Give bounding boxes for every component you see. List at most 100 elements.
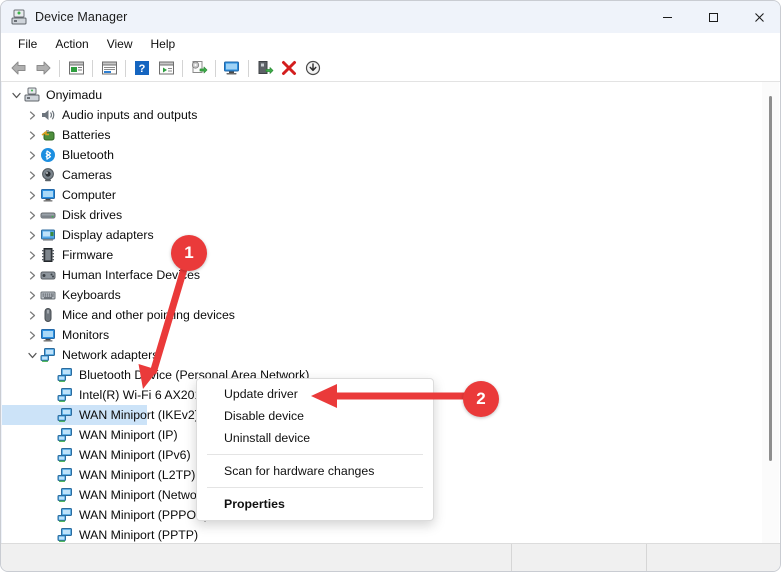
scan-hardware-changes-icon[interactable]	[220, 57, 244, 80]
network-adapter-icon	[57, 447, 74, 463]
context-menu-separator	[207, 454, 423, 455]
annotation-badge-1: 1	[171, 235, 207, 271]
properties-window-icon[interactable]	[64, 57, 88, 80]
maximize-button[interactable]	[690, 1, 736, 33]
tree-item-label: Disk drives	[62, 207, 122, 223]
battery-icon	[40, 127, 57, 143]
disable-device-icon[interactable]	[301, 57, 325, 80]
mouse-icon	[40, 307, 57, 323]
update-driver-window-icon[interactable]	[154, 57, 178, 80]
help-icon[interactable]: ?	[130, 57, 154, 80]
status-pane-2	[512, 544, 647, 571]
network-adapter-icon	[57, 387, 74, 403]
tree-item-label: Display adapters	[62, 227, 154, 243]
chevron-down-icon[interactable]	[8, 87, 24, 103]
toolbar-separator	[59, 60, 60, 77]
tree-item-bluetooth[interactable]: Bluetooth	[2, 145, 762, 165]
tree-item-wan-miniport-ikev2[interactable]: WAN Miniport (IKEv2)	[2, 405, 147, 425]
back-icon[interactable]	[7, 57, 31, 80]
display-adapter-icon	[40, 227, 57, 243]
update-driver-icon[interactable]	[187, 57, 211, 80]
context-menu-item-update-driver[interactable]: Update driver	[197, 383, 433, 405]
network-adapter-icon	[57, 407, 74, 423]
chevron-right-icon[interactable]	[24, 167, 40, 183]
tree-item-label: WAN Miniport (IKEv2)	[79, 407, 199, 423]
chevron-right-icon[interactable]	[24, 307, 40, 323]
menu-help[interactable]: Help	[142, 34, 185, 54]
context-menu-item-uninstall-device[interactable]: Uninstall device	[197, 427, 433, 449]
tree-item-label: WAN Miniport (IP)	[79, 427, 178, 443]
tree-item-disk-drives[interactable]: Disk drives	[2, 205, 762, 225]
tree-item-keyboards[interactable]: Keyboards	[2, 285, 762, 305]
network-adapter-icon	[57, 487, 74, 503]
chevron-right-icon[interactable]	[24, 227, 40, 243]
tree-item-mice-and-other-pointing-devices[interactable]: Mice and other pointing devices	[2, 305, 762, 325]
chevron-right-icon[interactable]	[24, 127, 40, 143]
status-pane-3	[647, 544, 781, 571]
tree-item-label: Cameras	[62, 167, 112, 183]
tree-item-monitors[interactable]: Monitors	[2, 325, 762, 345]
context-menu-item-disable-device[interactable]: Disable device	[197, 405, 433, 427]
context-menu-item-properties[interactable]: Properties	[197, 493, 433, 515]
monitor-icon	[40, 327, 57, 343]
tree-item-label: Firmware	[62, 247, 113, 263]
title-bar: Device Manager	[1, 1, 781, 33]
tree-item-label: Monitors	[62, 327, 109, 343]
toolbar: ?	[1, 55, 781, 82]
network-adapter-icon	[57, 507, 74, 523]
chevron-right-icon[interactable]	[24, 147, 40, 163]
tree-item-label: Computer	[62, 187, 116, 203]
chevron-down-icon[interactable]	[24, 347, 40, 363]
tree-item-label: Human Interface Devices	[62, 267, 200, 283]
uninstall-device-icon[interactable]	[277, 57, 301, 80]
vertical-scrollbar[interactable]	[762, 82, 779, 543]
chevron-right-icon[interactable]	[24, 187, 40, 203]
tree-item-label: Batteries	[62, 127, 111, 143]
tree-item-label: Audio inputs and outputs	[62, 107, 197, 123]
enable-device-icon[interactable]	[253, 57, 277, 80]
chevron-right-icon[interactable]	[24, 107, 40, 123]
toolbar-separator	[215, 60, 216, 77]
close-button[interactable]	[736, 1, 781, 33]
context-menu-item-scan-for-hardware-changes[interactable]: Scan for hardware changes	[197, 460, 433, 482]
context-menu-separator	[207, 487, 423, 488]
scrollbar-thumb[interactable]	[769, 96, 772, 461]
network-adapter-icon	[57, 427, 74, 443]
toolbar-separator	[92, 60, 93, 77]
toolbar-separator	[125, 60, 126, 77]
window-controls	[644, 1, 781, 33]
tree-item-batteries[interactable]: Batteries	[2, 125, 762, 145]
tree-item-label: Keyboards	[62, 287, 121, 303]
tree-item-wan-miniport-pptp[interactable]: WAN Miniport (PPTP)	[2, 525, 762, 543]
menu-action[interactable]: Action	[46, 34, 97, 54]
network-adapter-icon	[57, 367, 74, 383]
tree-item-computer[interactable]: Computer	[2, 185, 762, 205]
chevron-right-icon[interactable]	[24, 267, 40, 283]
tree-item-label: Mice and other pointing devices	[62, 307, 235, 323]
menu-file[interactable]: File	[9, 34, 46, 54]
minimize-button[interactable]	[644, 1, 690, 33]
window-title: Device Manager	[35, 10, 127, 24]
chevron-right-icon[interactable]	[24, 287, 40, 303]
network-adapter-icon	[40, 347, 57, 363]
chevron-right-icon[interactable]	[24, 207, 40, 223]
device-manager-window: Device Manager File Action View Help	[0, 0, 781, 572]
chevron-right-icon[interactable]	[24, 327, 40, 343]
tree-item-firmware[interactable]: Firmware	[2, 245, 762, 265]
show-details-icon[interactable]	[97, 57, 121, 80]
toolbar-separator	[182, 60, 183, 77]
network-adapter-icon	[57, 467, 74, 483]
tree-item-audio-inputs-and-outputs[interactable]: Audio inputs and outputs	[2, 105, 762, 125]
tree-item-display-adapters[interactable]: Display adapters	[2, 225, 762, 245]
tree-item-human-interface-devices[interactable]: Human Interface Devices	[2, 265, 762, 285]
tree-item-network-adapters[interactable]: Network adapters	[2, 345, 762, 365]
device-manager-icon	[11, 9, 27, 25]
forward-icon[interactable]	[31, 57, 55, 80]
disk-drive-icon	[40, 207, 57, 223]
tree-item-cameras[interactable]: Cameras	[2, 165, 762, 185]
menu-view[interactable]: View	[98, 34, 142, 54]
tree-item-root[interactable]: Onyimadu	[2, 85, 762, 105]
monitor-icon	[40, 187, 57, 203]
tree-item-label: WAN Miniport (IPv6)	[79, 447, 191, 463]
chevron-right-icon[interactable]	[24, 247, 40, 263]
